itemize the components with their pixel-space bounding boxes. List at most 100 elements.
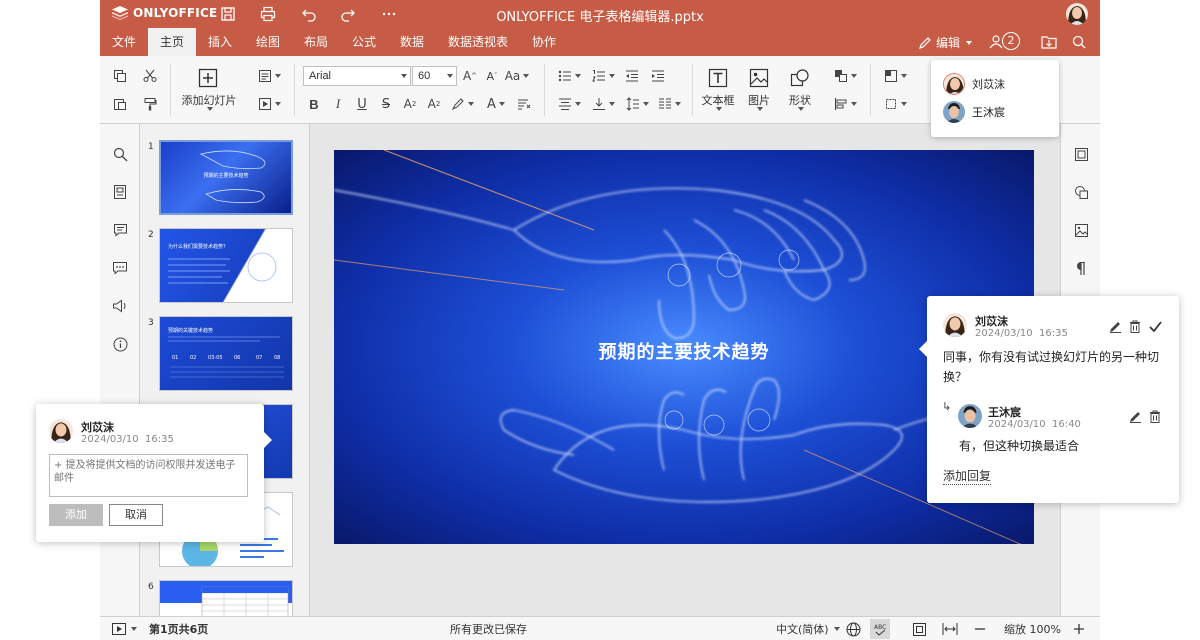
tab-file[interactable]: 文件 — [100, 28, 148, 56]
tab-insert[interactable]: 插入 — [196, 28, 244, 56]
textbox-chevron-icon[interactable] — [714, 104, 720, 114]
numbering-icon[interactable] — [588, 66, 618, 86]
shape-icon[interactable] — [788, 66, 812, 90]
thumbnail-number: 3 — [148, 318, 154, 328]
slides-panel-icon[interactable] — [109, 181, 131, 203]
increase-indent-icon[interactable] — [648, 66, 668, 86]
ribbon-tabs: 文件 主页 插入 绘图 布局 公式 数据 数据透视表 协作 编辑 2 — [100, 28, 1100, 56]
image-chevron-icon[interactable] — [755, 104, 761, 114]
align-shapes-icon[interactable] — [830, 94, 860, 114]
tab-pivot-table[interactable]: 数据透视表 — [436, 28, 520, 56]
highlight-icon[interactable] — [448, 94, 476, 114]
strikethrough-icon[interactable]: S — [376, 94, 396, 114]
search-icon[interactable] — [1070, 33, 1088, 51]
chat-icon[interactable] — [109, 257, 131, 279]
font-size-select[interactable]: 60 — [412, 66, 457, 86]
arrange-icon[interactable] — [830, 66, 860, 86]
shape-settings-icon[interactable] — [1070, 181, 1092, 203]
add-comment-button[interactable]: 添加 — [49, 504, 103, 526]
shape-chevron-icon[interactable] — [796, 104, 802, 114]
add-slide-icon[interactable] — [196, 66, 220, 90]
format-painter-icon[interactable] — [140, 94, 160, 114]
print-icon[interactable] — [257, 3, 279, 25]
redo-icon[interactable] — [337, 3, 359, 25]
thumbnail-number: 1 — [148, 142, 154, 152]
edit-reply-icon[interactable] — [1127, 408, 1143, 424]
font-color-icon[interactable]: A — [482, 94, 510, 114]
globe-icon[interactable] — [846, 617, 861, 640]
delete-comment-icon[interactable] — [1127, 318, 1143, 334]
cut-icon[interactable] — [140, 66, 160, 86]
svg-text:06: 06 — [234, 355, 240, 361]
user-name: 王沐宸 — [972, 106, 1005, 119]
subscript-icon[interactable]: A2 — [424, 94, 444, 114]
fit-slide-icon[interactable] — [912, 617, 927, 640]
add-slide-chevron-icon[interactable] — [205, 104, 211, 114]
reply-date: 2024/03/10 16:40 — [988, 419, 1081, 430]
feedback-icon[interactable] — [109, 295, 131, 317]
current-user-avatar[interactable] — [1066, 3, 1088, 25]
superscript-icon[interactable]: A2 — [400, 94, 420, 114]
slide-settings-icon[interactable] — [1070, 143, 1092, 165]
tab-formula[interactable]: 公式 — [340, 28, 388, 56]
tab-collaboration[interactable]: 协作 — [520, 28, 568, 56]
tab-draw[interactable]: 绘图 — [244, 28, 292, 56]
comment-input[interactable] — [49, 454, 248, 497]
layout-icon[interactable] — [254, 66, 284, 86]
increase-font-icon[interactable]: A ^ — [460, 66, 480, 86]
underline-icon[interactable]: U — [352, 94, 372, 114]
slideshow-start-button[interactable] — [112, 617, 137, 640]
tab-home[interactable]: 主页 — [148, 28, 196, 56]
image-settings-icon[interactable] — [1070, 219, 1092, 241]
spellcheck-icon[interactable]: ABC — [870, 619, 890, 639]
italic-icon[interactable]: I — [328, 94, 348, 114]
search-icon[interactable] — [109, 143, 131, 165]
more-icon[interactable] — [378, 3, 400, 25]
line-spacing-icon[interactable] — [622, 94, 652, 114]
font-name-select[interactable]: Arial — [303, 66, 411, 86]
avatar — [943, 101, 965, 123]
edit-comment-icon[interactable] — [1107, 318, 1123, 334]
language-selector[interactable]: 中文(简体) — [776, 617, 840, 640]
paragraph-settings-icon[interactable] — [1070, 257, 1092, 279]
undo-icon[interactable] — [298, 3, 320, 25]
vertical-align-icon[interactable] — [588, 94, 618, 114]
resolve-comment-icon[interactable] — [1147, 318, 1163, 334]
bold-icon[interactable]: B — [304, 94, 324, 114]
slide-size-icon[interactable] — [880, 94, 910, 114]
paste-icon[interactable] — [110, 94, 130, 114]
tab-data[interactable]: 数据 — [388, 28, 436, 56]
zoom-out-icon[interactable] — [974, 617, 986, 640]
theme-icon[interactable] — [880, 66, 910, 86]
tab-layout[interactable]: 布局 — [292, 28, 340, 56]
co-editing-users-button[interactable]: 2 — [988, 32, 1020, 50]
save-icon[interactable] — [217, 3, 239, 25]
status-bar: 第1页共6页 所有更改已保存 中文(简体) ABC 缩放 100% — [100, 616, 1100, 640]
slideshow-icon[interactable] — [254, 94, 284, 114]
comments-icon[interactable] — [109, 219, 131, 241]
comment-date: 2024/03/10 16:35 — [81, 434, 174, 445]
delete-reply-icon[interactable] — [1147, 408, 1163, 424]
change-case-icon[interactable]: Aa — [504, 66, 530, 86]
zoom-in-icon[interactable] — [1073, 617, 1085, 640]
slide-thumbnail-3[interactable]: 预期的关键技术趋势 01 02 03-05 06 07 08 — [159, 316, 293, 391]
slide-position: 第1页共6页 — [149, 623, 209, 636]
about-icon[interactable] — [109, 333, 131, 355]
image-icon[interactable] — [747, 66, 771, 90]
copy-icon[interactable] — [110, 66, 130, 86]
decrease-font-icon[interactable]: Aˇ — [482, 66, 502, 86]
clear-style-icon[interactable] — [514, 94, 534, 114]
slide-thumbnail-2[interactable]: 为什么我们需要技术趋势？ — [159, 228, 293, 303]
bullets-icon[interactable] — [554, 66, 584, 86]
open-folder-icon[interactable] — [1040, 33, 1058, 51]
add-reply-link[interactable]: 添加回复 — [943, 468, 992, 485]
columns-icon[interactable] — [654, 94, 684, 114]
cancel-comment-button[interactable]: 取消 — [109, 504, 163, 526]
panel-pointer — [264, 432, 272, 448]
fit-width-icon[interactable] — [942, 617, 958, 640]
align-center-icon[interactable] — [554, 94, 584, 114]
edit-mode-dropdown[interactable]: 编辑 — [918, 34, 972, 51]
decrease-indent-icon[interactable] — [622, 66, 642, 86]
textbox-icon[interactable] — [706, 66, 730, 90]
slide-thumbnail-1[interactable]: 预期的主要技术趋势 — [159, 140, 293, 215]
